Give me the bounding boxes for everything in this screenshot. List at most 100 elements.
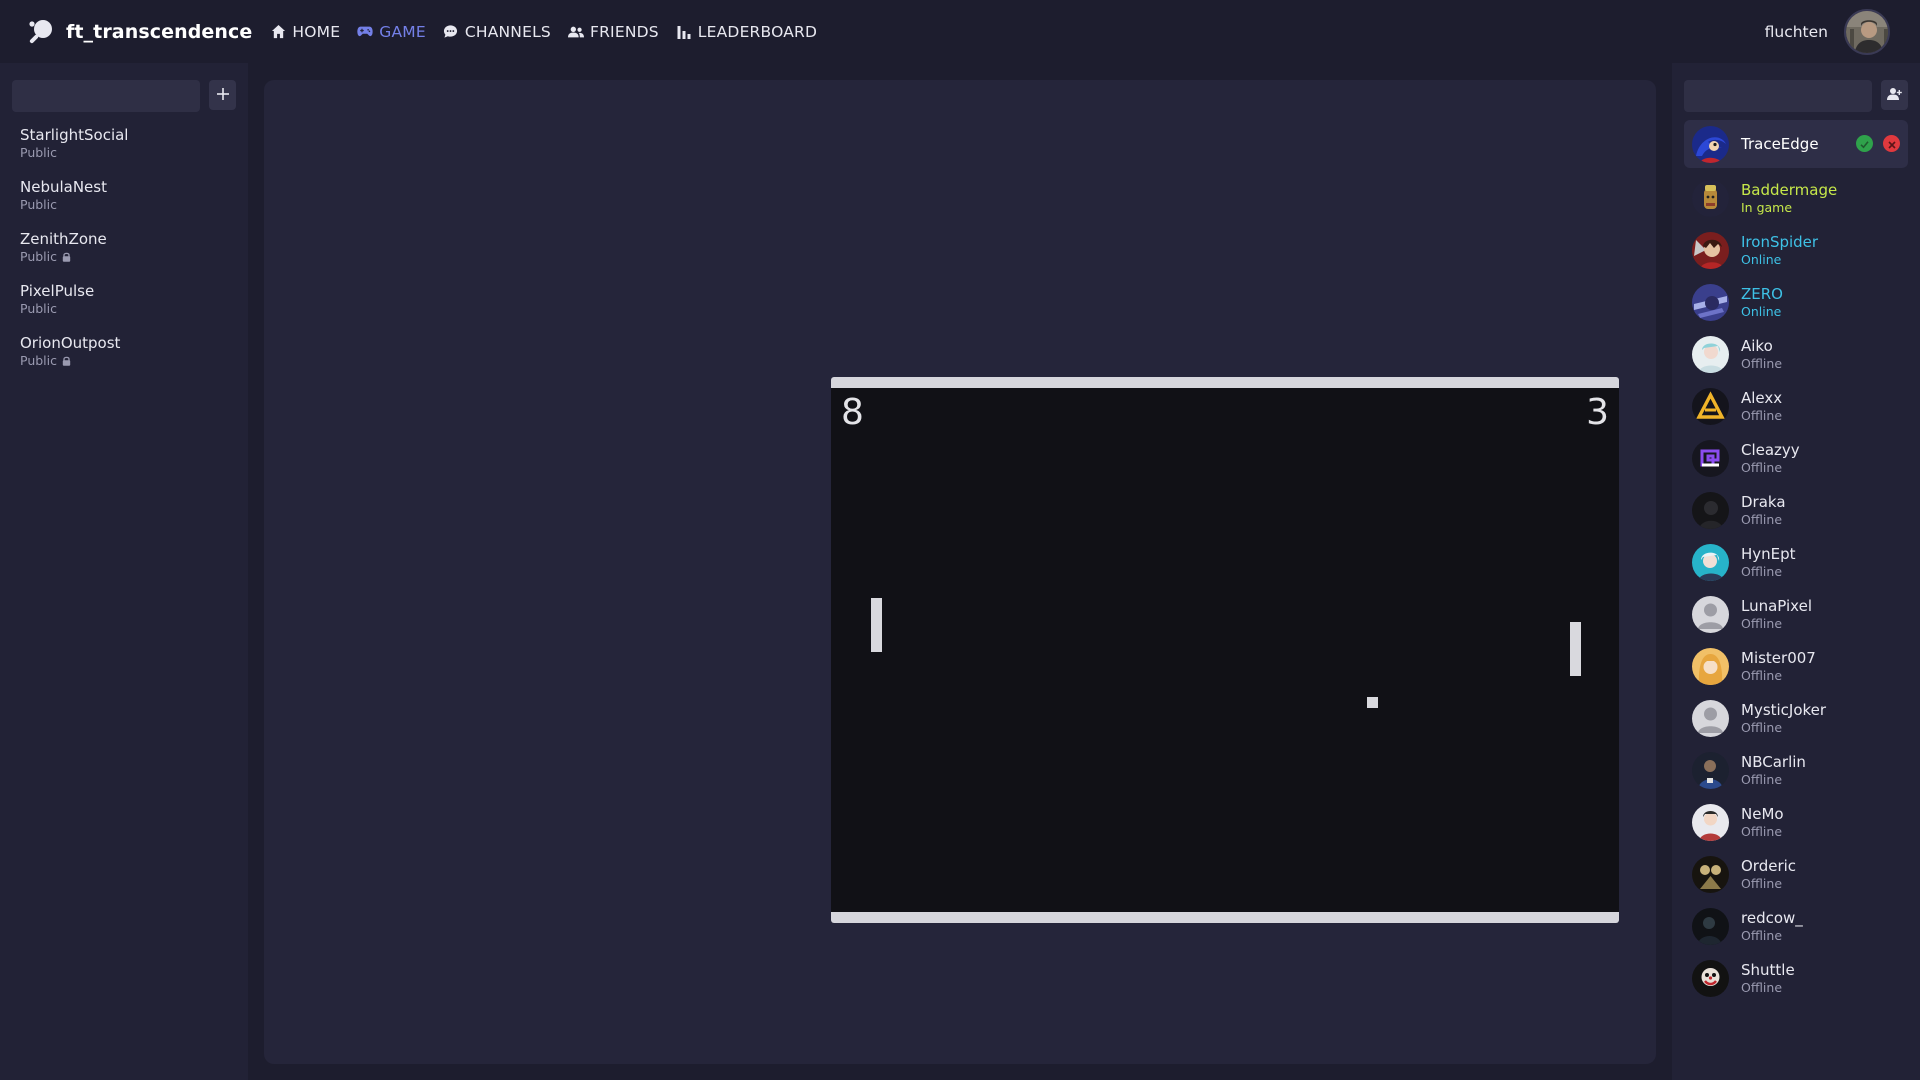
friend-item[interactable]: Shuttle Offline [1684,952,1908,1004]
friend-item[interactable]: Alexx Offline [1684,380,1908,432]
nav-channels[interactable]: CHANNELS [443,23,551,41]
friend-status: Offline [1741,719,1783,735]
friend-search-input[interactable] [1684,80,1872,112]
friend-name: ZERO [1741,284,1783,303]
avatar [1692,595,1729,633]
friend-info: Alexx Offline [1741,389,1782,424]
username: fluchten [1764,23,1828,41]
friend-item[interactable]: redcow_ Offline [1684,900,1908,952]
channel-name: ZenithZone [20,230,107,248]
friend-info: Baddermage In game [1741,181,1837,216]
gamepad-icon [357,24,373,40]
nav-home[interactable]: HOME [270,23,340,41]
channel-item[interactable]: ZenithZone Public [20,229,128,281]
friend-name: NBCarlin [1741,752,1806,771]
channels-sidebar: StarlightSocial Public NebulaNest Public… [0,63,248,1080]
friend-info: ZERO Online [1741,285,1783,320]
pong-court: 8 3 [831,388,1619,912]
brand[interactable]: ft_transcendence [24,15,252,49]
main-nav: HOME GAME CHANNELS FRIENDS LEADERBOARD [270,23,834,41]
home-icon [270,24,286,40]
avatar [1692,125,1729,163]
friend-status: Online [1741,251,1782,267]
nav-game[interactable]: GAME [357,23,426,41]
friend-info: Shuttle Offline [1741,961,1795,996]
friend-item[interactable]: NeMo Offline [1684,796,1908,848]
channel-type: Public [20,249,128,265]
ball [1367,697,1378,708]
friends-sidebar: TraceEdge Baddermage In game IronSpider … [1672,63,1920,1080]
lock-icon [62,252,71,262]
ping-pong-paddle-icon [24,15,58,49]
friend-list: TraceEdge Baddermage In game IronSpider … [1684,120,1908,1004]
friend-item[interactable]: Orderic Offline [1684,848,1908,900]
channel-type: Public [20,301,128,317]
avatar[interactable] [1844,9,1890,55]
decline-request-button[interactable] [1883,135,1900,152]
friend-info: redcow_ Offline [1741,909,1803,944]
channel-name: OrionOutpost [20,334,121,352]
friend-status: Online [1741,303,1782,319]
friend-info: HynEpt Offline [1741,545,1796,580]
friend-item[interactable]: NBCarlin Offline [1684,744,1908,796]
friend-item[interactable]: Mister007 Offline [1684,640,1908,692]
friend-status: Offline [1741,875,1783,891]
friend-item[interactable]: LunaPixel Offline [1684,588,1908,640]
friend-status: Offline [1741,511,1783,527]
friend-item[interactable]: MysticJoker Offline [1684,692,1908,744]
avatar [1692,387,1729,425]
friend-item[interactable]: Baddermage In game [1684,172,1908,224]
avatar [1692,647,1729,685]
nav-channels-label: CHANNELS [464,22,551,41]
score-left: 8 [841,392,864,433]
channel-item[interactable]: NebulaNest Public [20,177,128,229]
friend-name: Shuttle [1741,960,1795,979]
avatar [1692,335,1729,373]
nav-home-label: HOME [292,22,341,41]
channel-type-label: Public [20,249,57,264]
friend-status: Offline [1741,823,1783,839]
avatar [1692,231,1729,269]
friend-item[interactable]: Aiko Offline [1684,328,1908,380]
avatar [1692,751,1729,789]
add-channel-button[interactable] [209,80,236,110]
friend-status: Offline [1741,771,1783,787]
friend-item[interactable]: IronSpider Online [1684,224,1908,276]
add-friend-button[interactable] [1881,80,1908,110]
channel-search-input[interactable] [12,80,200,112]
friend-info: MysticJoker Offline [1741,701,1826,736]
friend-name: Draka [1741,492,1786,511]
avatar [1692,179,1729,217]
friend-request-item[interactable]: TraceEdge [1684,120,1908,168]
friend-item[interactable]: HynEpt Offline [1684,536,1908,588]
nav-friends[interactable]: FRIENDS [567,23,659,41]
friend-item[interactable]: ZERO Online [1684,276,1908,328]
avatar [1692,439,1729,477]
brand-name: ft_transcendence [66,20,253,43]
avatar [1692,283,1729,321]
plus-icon [216,86,230,105]
friend-name: Alexx [1741,388,1783,407]
friend-status: Offline [1741,407,1783,423]
friend-item[interactable]: Cleazyy Offline [1684,432,1908,484]
channel-item[interactable]: OrionOutpost Public [20,333,128,385]
friend-name: Mister007 [1741,648,1816,667]
friend-name: LunaPixel [1741,596,1812,615]
user-menu[interactable]: fluchten [1765,9,1890,55]
pong-game[interactable]: 8 3 [831,377,1619,923]
left-paddle [871,598,882,652]
channel-type-label: Public [20,301,57,316]
channel-type-label: Public [20,197,57,212]
channel-name: StarlightSocial [20,126,129,144]
nav-game-label: GAME [379,22,426,41]
friend-info: NBCarlin Offline [1741,753,1806,788]
channel-item[interactable]: PixelPulse Public [20,281,128,333]
friend-item[interactable]: Draka Offline [1684,484,1908,536]
friend-status: Offline [1741,979,1783,995]
nav-leaderboard[interactable]: LEADERBOARD [676,23,817,41]
friend-name: Aiko [1741,336,1773,355]
channel-item[interactable]: StarlightSocial Public [20,125,128,177]
accept-request-button[interactable] [1856,135,1873,152]
friend-status: Offline [1741,459,1783,475]
friend-status: Offline [1741,563,1783,579]
